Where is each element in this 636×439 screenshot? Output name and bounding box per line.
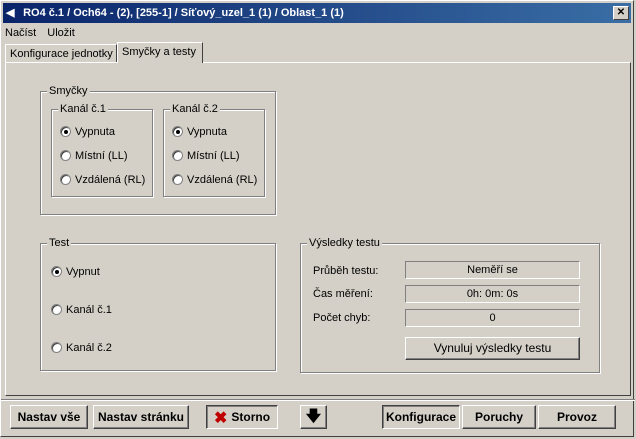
vysledky-label: Výsledky testu	[307, 237, 382, 250]
provoz-button[interactable]: Provoz	[538, 405, 616, 429]
radio-unchecked-icon	[51, 304, 62, 315]
radio-label: Kanál č.2	[66, 342, 112, 354]
tab-konfigurace-jednotky[interactable]: Konfigurace jednotky	[5, 44, 117, 62]
radio-label: Vypnuta	[75, 126, 115, 138]
radio-unchecked-icon	[60, 150, 71, 161]
radio-checked-icon	[51, 266, 62, 277]
kanal2-mistni-radio[interactable]: Místní (LL)	[172, 149, 240, 163]
tab-smycky-a-testy[interactable]: Smyčky a testy	[117, 42, 203, 63]
test-vypnut-radio[interactable]: Vypnut	[51, 265, 100, 279]
smycky-label: Smyčky	[47, 85, 90, 98]
pocet-chyb-label: Počet chyb:	[313, 312, 371, 324]
storno-label: Storno	[231, 410, 271, 424]
nastav-vse-button[interactable]: Nastav vše	[10, 405, 88, 429]
radio-checked-icon	[60, 126, 71, 137]
radio-label: Vzdálená (RL)	[187, 174, 258, 186]
radio-checked-icon	[172, 126, 183, 137]
close-button[interactable]: ✕	[613, 6, 629, 20]
app-icon: ◀	[6, 7, 15, 19]
app-window: ◀ RO4 č.1 / Och64 - (2), [255-1] / Síťov…	[0, 0, 635, 437]
radio-unchecked-icon	[172, 150, 183, 161]
radio-label: Vypnut	[66, 266, 100, 278]
menu-bar: Načíst Uložit	[5, 25, 83, 41]
storno-x-icon: ✖	[213, 410, 228, 427]
kanal2-label: Kanál č.2	[170, 103, 220, 116]
kanal1-vzdalena-radio[interactable]: Vzdálená (RL)	[60, 173, 145, 187]
poruchy-button[interactable]: Poruchy	[462, 405, 536, 429]
radio-label: Vzdálená (RL)	[75, 174, 146, 186]
radio-label: Místní (LL)	[75, 150, 128, 162]
konfigurace-button[interactable]: Konfigurace	[382, 405, 460, 429]
radio-unchecked-icon	[172, 174, 183, 185]
radio-unchecked-icon	[51, 342, 62, 353]
storno-button[interactable]: ✖ Storno	[206, 405, 278, 429]
menu-nacist[interactable]: Načíst	[5, 27, 36, 39]
window-title: RO4 č.1 / Och64 - (2), [255-1] / Síťový_…	[23, 7, 344, 19]
test-group: Test Vypnut Kanál č.1 Kanál č.2	[40, 237, 276, 371]
radio-label: Vypnuta	[187, 126, 227, 138]
test-kanal1-radio[interactable]: Kanál č.1	[51, 303, 112, 317]
pocet-chyb-value: 0	[405, 309, 580, 327]
tab-panel: Smyčky Kanál č.1 Vypnuta Místní (LL) Vzd…	[5, 62, 631, 396]
kanal1-vypnuta-radio[interactable]: Vypnuta	[60, 125, 115, 139]
nastav-stranku-button[interactable]: Nastav stránku	[93, 405, 189, 429]
prubeh-label: Průběh testu:	[313, 265, 379, 277]
arrow-down-icon: 🡇	[305, 408, 322, 425]
kanal2-group: Kanál č.2 Vypnuta Místní (LL) Vzdálená (…	[163, 103, 265, 197]
footer-separator	[1, 399, 635, 401]
vynuluj-button[interactable]: Vynuluj výsledky testu	[405, 337, 580, 360]
kanal1-mistni-radio[interactable]: Místní (LL)	[60, 149, 128, 163]
radio-label: Místní (LL)	[187, 150, 240, 162]
vysledky-group: Výsledky testu Průběh testu: Neměří se Č…	[300, 237, 600, 373]
test-kanal2-radio[interactable]: Kanál č.2	[51, 341, 112, 355]
radio-unchecked-icon	[60, 174, 71, 185]
menu-ulozit[interactable]: Uložit	[47, 27, 75, 39]
kanal1-group: Kanál č.1 Vypnuta Místní (LL) Vzdálená (…	[51, 103, 153, 197]
title-bar: ◀ RO4 č.1 / Och64 - (2), [255-1] / Síťov…	[3, 3, 631, 23]
kanal2-vypnuta-radio[interactable]: Vypnuta	[172, 125, 227, 139]
cas-value: 0h: 0m: 0s	[405, 285, 580, 303]
kanal2-vzdalena-radio[interactable]: Vzdálená (RL)	[172, 173, 257, 187]
kanal1-label: Kanál č.1	[58, 103, 108, 116]
test-label: Test	[47, 237, 72, 250]
radio-label: Kanál č.1	[66, 304, 112, 316]
smycky-group: Smyčky Kanál č.1 Vypnuta Místní (LL) Vzd…	[40, 85, 276, 215]
down-arrow-button[interactable]: 🡇	[300, 405, 327, 429]
cas-label: Čas měření:	[313, 288, 373, 300]
prubeh-value: Neměří se	[405, 261, 580, 279]
